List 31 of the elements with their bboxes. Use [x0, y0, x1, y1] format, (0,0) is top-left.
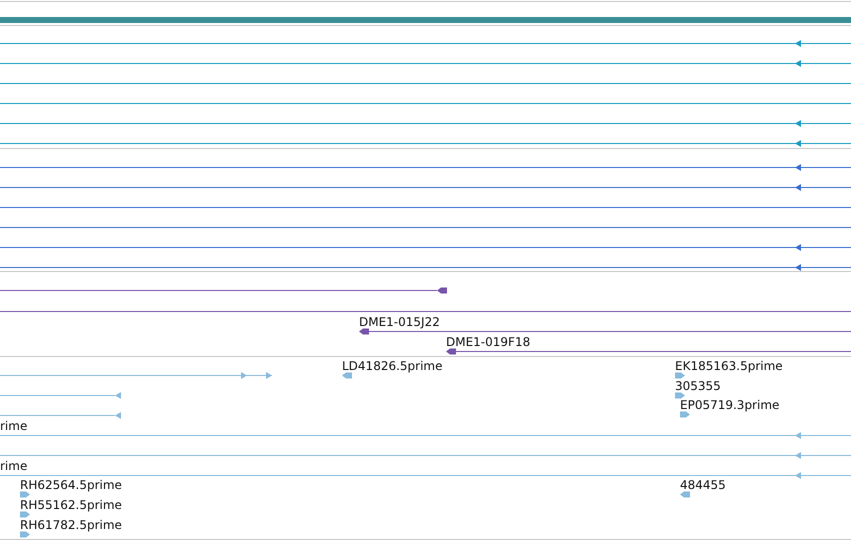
feature-label: 484455 [680, 478, 726, 492]
feature-label: EK185163.5prime [675, 359, 783, 373]
feature-label: rime [0, 419, 28, 433]
feature-line[interactable] [0, 244, 851, 251]
feature-label: RH55162.5prime [20, 498, 122, 512]
feature-line[interactable] [446, 348, 851, 354]
feature-arrow[interactable] [680, 492, 690, 498]
feature-arrow[interactable] [20, 512, 30, 518]
feature-line[interactable] [0, 184, 851, 191]
feature-line[interactable] [0, 120, 851, 127]
feature-line[interactable] [0, 164, 851, 171]
feature-arrow[interactable] [675, 372, 685, 378]
feature-arrow[interactable] [20, 532, 30, 538]
feature-arrow[interactable] [675, 392, 685, 398]
feature-line[interactable] [0, 264, 851, 271]
feature-label: DME1-015J22 [359, 315, 440, 329]
feature-line[interactable] [0, 60, 851, 67]
feature-label: EP05719.3prime [680, 398, 780, 412]
feature-label: 305355 [675, 379, 721, 393]
feature-label: LD41826.5prime [342, 359, 443, 373]
feature-arrow[interactable] [680, 412, 690, 418]
feature-line[interactable] [0, 288, 447, 294]
feature-arrow[interactable] [20, 492, 30, 498]
feature-arrow[interactable] [342, 372, 352, 378]
feature-label: DME1-019F18 [446, 335, 530, 349]
feature-line[interactable] [0, 40, 851, 47]
feature-line[interactable] [359, 328, 851, 334]
feature-label: rime [0, 459, 28, 473]
feature-line[interactable] [0, 140, 851, 147]
feature-label: RH61782.5prime [20, 518, 122, 532]
feature-label: RH62564.5prime [20, 478, 122, 492]
